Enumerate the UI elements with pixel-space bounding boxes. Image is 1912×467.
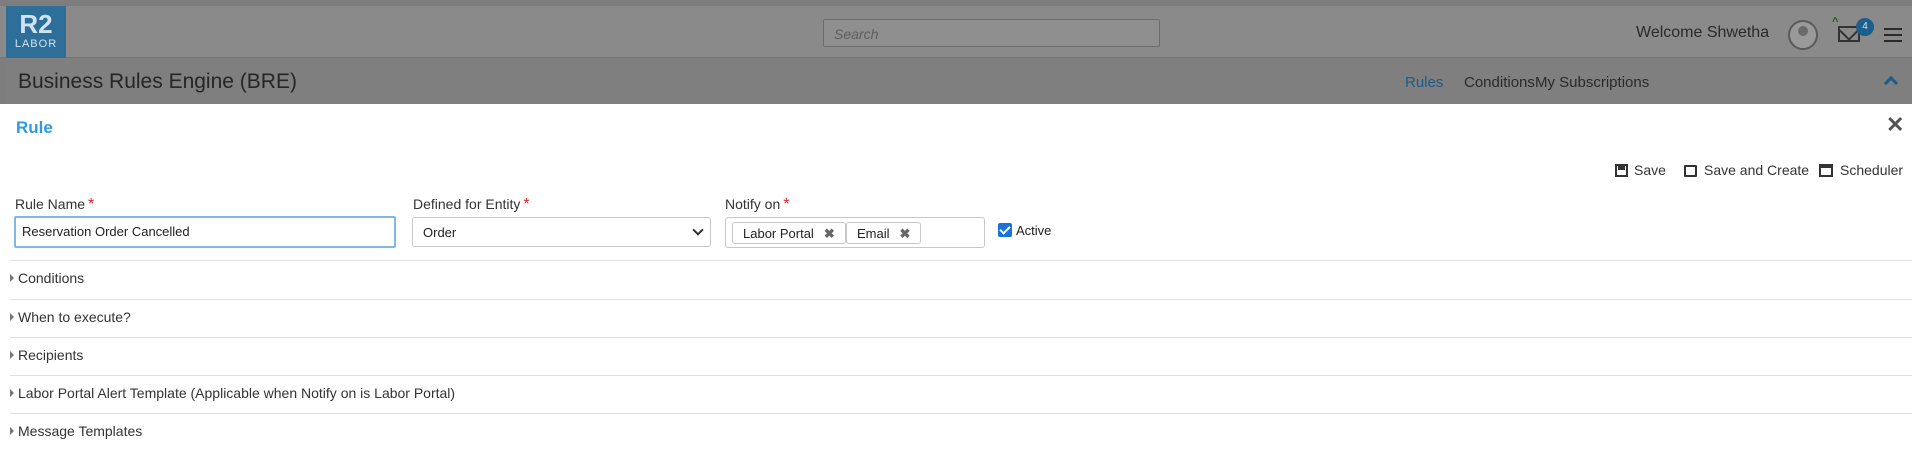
section-labor-portal-alert-template[interactable]: Labor Portal Alert Template (Applicable …	[10, 375, 1912, 407]
notify-tag-email: Email ✖	[846, 222, 922, 244]
active-checkbox-group[interactable]: Active	[998, 223, 1051, 238]
notify-label-text: Notify on	[725, 196, 781, 212]
caret-right-icon	[10, 274, 14, 282]
chevron-down-icon	[692, 224, 704, 236]
remove-tag-icon[interactable]: ✖	[900, 226, 911, 241]
section-recipients[interactable]: Recipients	[10, 337, 1912, 369]
page-title: Business Rules Engine (BRE)	[18, 70, 297, 93]
entity-select[interactable]: Order	[412, 217, 711, 247]
page-header-bar: Business Rules Engine (BRE) Rules Condit…	[6, 58, 1912, 104]
section-message-templates[interactable]: Message Templates	[10, 413, 1912, 445]
save-and-create-icon	[1684, 165, 1697, 177]
required-mark: *	[88, 196, 95, 213]
user-avatar-icon[interactable]	[1788, 20, 1818, 50]
entity-label: Defined for Entity *	[413, 196, 530, 214]
save-label: Save	[1634, 162, 1666, 178]
caret-right-icon	[10, 389, 14, 397]
entity-label-text: Defined for Entity	[413, 196, 521, 212]
caret-right-icon	[10, 427, 14, 435]
modal-title: Rule	[16, 118, 53, 137]
close-icon[interactable]: ✕	[1886, 114, 1904, 136]
save-and-create-button[interactable]: Save and Create	[1684, 162, 1809, 178]
notify-tag-label: Labor Portal	[743, 226, 814, 241]
app-header: R2 LABOR Search Welcome Shwetha ^ 4	[0, 6, 1912, 58]
notify-label: Notify on *	[725, 196, 789, 214]
caret-right-icon	[10, 351, 14, 359]
logo-main-text: R2	[19, 9, 53, 39]
active-label: Active	[1016, 223, 1052, 238]
save-and-create-label: Save and Create	[1704, 162, 1810, 178]
save-button[interactable]: Save	[1615, 162, 1666, 178]
scheduler-button[interactable]: Scheduler	[1819, 162, 1903, 178]
mail-count-badge: 4	[1856, 18, 1874, 36]
save-icon	[1615, 164, 1628, 177]
nav-rules[interactable]: Rules	[1405, 74, 1443, 91]
section-label: Recipients	[18, 347, 84, 363]
active-checkbox[interactable]	[998, 223, 1012, 237]
nav-my-subscriptions[interactable]: My Subscriptions	[1535, 74, 1649, 91]
required-mark: *	[523, 196, 530, 213]
section-when-to-execute[interactable]: When to execute?	[10, 299, 1912, 331]
remove-tag-icon[interactable]: ✖	[824, 226, 835, 241]
side-menu-icon[interactable]	[1884, 28, 1902, 44]
welcome-text: Welcome Shwetha	[1636, 24, 1770, 41]
scheduler-icon	[1819, 164, 1833, 177]
nav-conditions[interactable]: Conditions	[1464, 74, 1535, 91]
notify-on-multiselect[interactable]: Labor Portal ✖ Email ✖	[725, 217, 985, 248]
required-mark: *	[783, 196, 790, 213]
notify-tag-label: Email	[857, 226, 890, 241]
entity-select-value: Order	[423, 225, 457, 240]
scheduler-label: Scheduler	[1840, 162, 1904, 178]
notify-tag-labor-portal: Labor Portal ✖	[732, 222, 846, 244]
logo-sub-text: LABOR	[14, 38, 58, 50]
section-label: Conditions	[18, 270, 85, 286]
rule-name-input[interactable]: Reservation Order Cancelled	[14, 216, 396, 248]
section-label: Message Templates	[18, 423, 143, 439]
caret-right-icon	[10, 313, 14, 321]
rule-name-label: Rule Name *	[15, 196, 94, 214]
section-label: When to execute?	[18, 309, 131, 325]
collapse-chevron-icon[interactable]	[1883, 75, 1899, 91]
app-logo[interactable]: R2 LABOR	[6, 6, 66, 58]
section-conditions[interactable]: Conditions	[10, 260, 1912, 292]
rule-name-label-text: Rule Name	[15, 196, 86, 212]
section-label: Labor Portal Alert Template (Applicable …	[18, 385, 456, 401]
search-input[interactable]: Search	[823, 19, 1160, 47]
rule-modal: Rule ✕ Save Save and Create Scheduler Ru…	[6, 104, 1912, 467]
